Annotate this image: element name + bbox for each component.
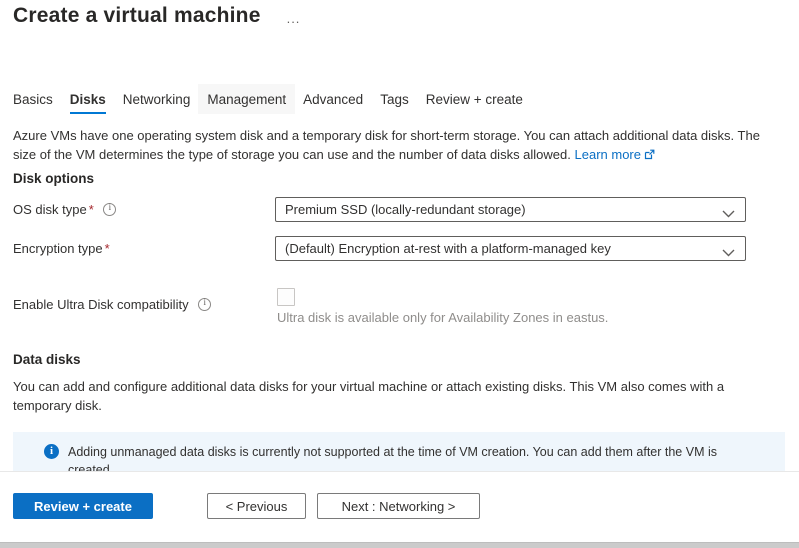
- page-title: Create a virtual machine: [13, 4, 261, 28]
- ultra-disk-helper-text: Ultra disk is available only for Availab…: [277, 310, 608, 325]
- info-icon[interactable]: [198, 298, 211, 311]
- page-header: Create a virtual machine ...: [13, 4, 300, 28]
- wizard-footer: Review + create < Previous Next : Networ…: [0, 471, 799, 542]
- info-banner: Adding unmanaged data disks is currently…: [13, 432, 785, 471]
- os-disk-type-label: OS disk type*: [13, 202, 116, 217]
- data-disks-heading: Data disks: [13, 352, 81, 367]
- tab-tags[interactable]: Tags: [380, 84, 409, 114]
- ultra-disk-label: Enable Ultra Disk compatibility: [13, 297, 211, 312]
- info-banner-text: Adding unmanaged data disks is currently…: [68, 443, 736, 471]
- external-link-icon: [644, 146, 655, 165]
- required-asterisk: *: [105, 241, 110, 256]
- create-vm-page: Create a virtual machine ... Basics Disk…: [0, 0, 799, 548]
- required-asterisk: *: [89, 202, 94, 217]
- os-disk-type-value: Premium SSD (locally-redundant storage): [285, 202, 715, 217]
- encryption-type-select[interactable]: (Default) Encryption at-rest with a plat…: [275, 236, 746, 261]
- wizard-tabs: Basics Disks Networking Management Advan…: [13, 84, 540, 114]
- review-create-button[interactable]: Review + create: [13, 493, 153, 519]
- chevron-down-icon: [722, 245, 735, 260]
- learn-more-link[interactable]: Learn more: [575, 147, 641, 162]
- info-icon[interactable]: [103, 203, 116, 216]
- tab-networking[interactable]: Networking: [123, 84, 191, 114]
- disk-options-heading: Disk options: [13, 171, 94, 186]
- next-networking-button[interactable]: Next : Networking >: [317, 493, 480, 519]
- os-disk-type-select[interactable]: Premium SSD (locally-redundant storage): [275, 197, 746, 222]
- encryption-type-value: (Default) Encryption at-rest with a plat…: [285, 241, 715, 256]
- tab-management[interactable]: Management: [198, 84, 295, 114]
- more-options-icon[interactable]: ...: [287, 11, 301, 26]
- info-icon: [44, 444, 59, 459]
- tab-advanced[interactable]: Advanced: [303, 84, 363, 114]
- disks-description: Azure VMs have one operating system disk…: [13, 126, 773, 165]
- ultra-disk-checkbox[interactable]: [277, 288, 295, 306]
- data-disks-description: You can add and configure additional dat…: [13, 377, 771, 415]
- tab-basics[interactable]: Basics: [13, 84, 53, 114]
- tab-disks[interactable]: Disks: [70, 84, 106, 114]
- encryption-type-label: Encryption type*: [13, 241, 110, 256]
- chevron-down-icon: [722, 206, 735, 221]
- tab-review-create[interactable]: Review + create: [426, 84, 523, 114]
- window-bottom-edge: [0, 542, 799, 548]
- previous-button[interactable]: < Previous: [207, 493, 306, 519]
